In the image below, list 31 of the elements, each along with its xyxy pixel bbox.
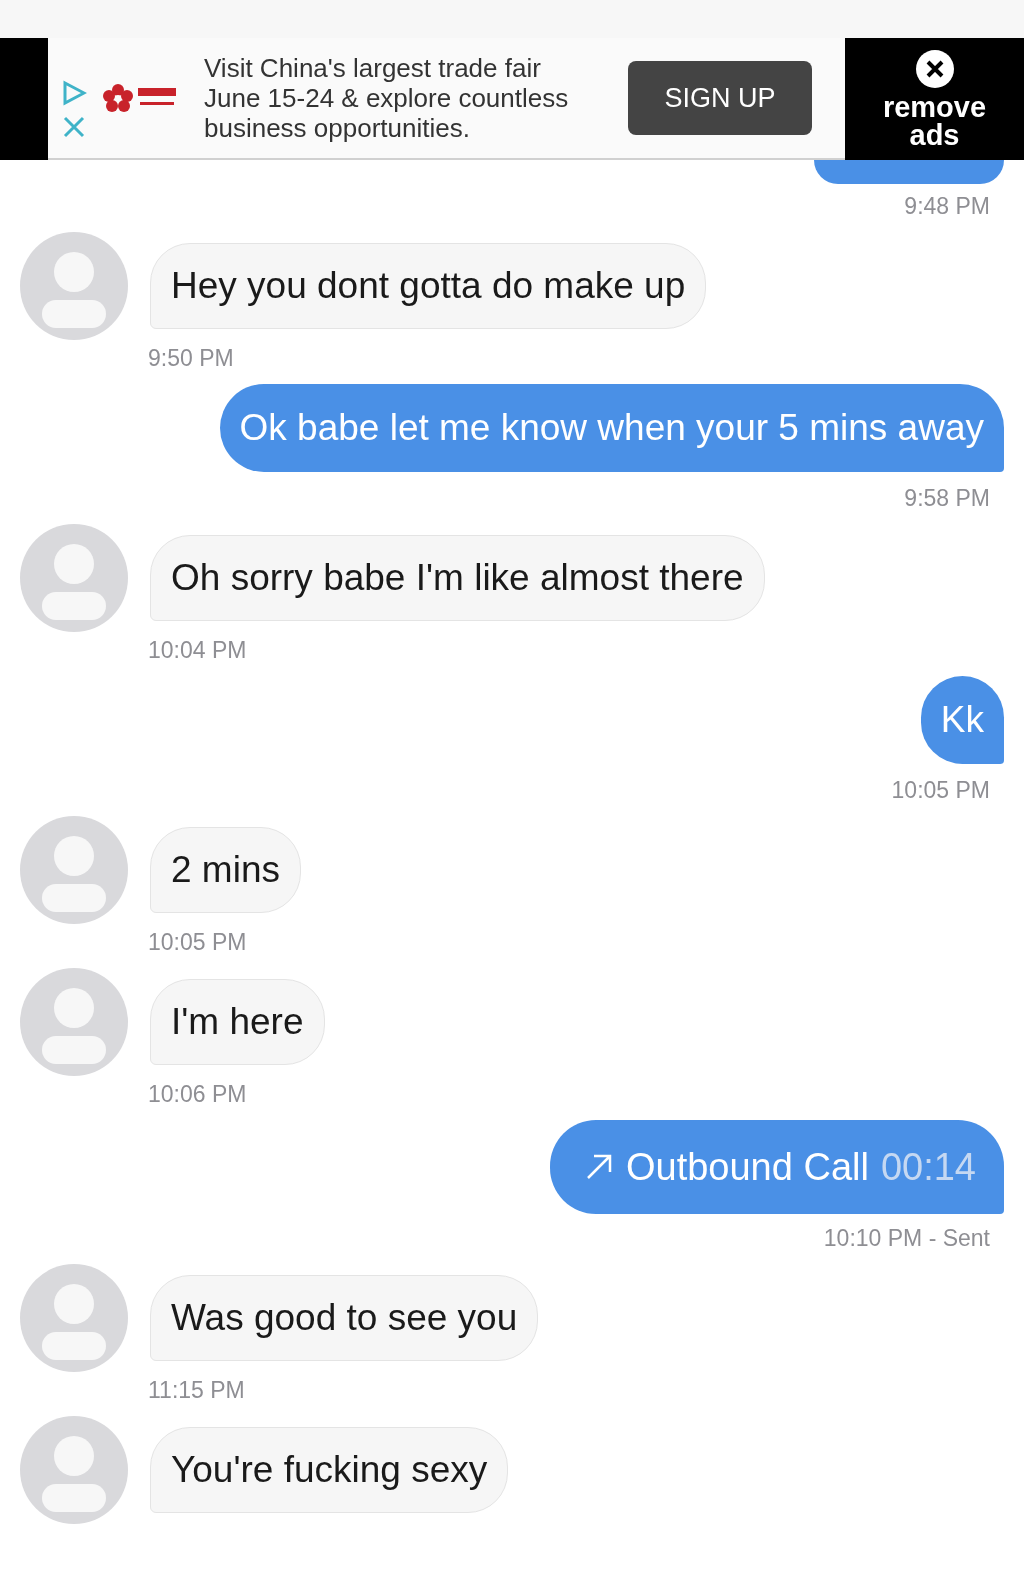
timestamp: 9:48 PM	[904, 192, 990, 220]
call-duration: 00:14	[880, 1144, 976, 1190]
avatar-icon	[20, 1264, 128, 1372]
timestamp: 11:15 PM	[148, 1376, 245, 1404]
ad-headline: Visit China's largest trade fair June 15-24 & explore countless business opportunities.	[204, 53, 570, 143]
timestamp: 10:10 PM - Sent	[823, 1224, 990, 1252]
timestamp: 10:05 PM	[148, 928, 247, 956]
timestamp: 10:05 PM	[891, 776, 990, 804]
timestamp: 10:04 PM	[148, 636, 247, 664]
timestamp: 9:58 PM	[904, 484, 990, 512]
message-bubble: I'm here	[150, 979, 325, 1065]
remove-ads-button[interactable]: remove ads	[879, 49, 990, 149]
message-bubble: 2 mins	[150, 827, 301, 913]
message-bubble: Kk	[920, 676, 1004, 764]
avatar-icon	[20, 968, 128, 1076]
close-icon[interactable]	[63, 116, 85, 138]
avatar-icon	[20, 816, 128, 924]
timestamp: 9:50 PM	[148, 344, 234, 372]
message-bubble: You're fucking sexy	[150, 1427, 509, 1513]
timestamp: 10:06 PM	[148, 1080, 247, 1108]
avatar-icon	[20, 1416, 128, 1524]
sign-up-button[interactable]: SIGN UP	[628, 61, 812, 135]
message-bubble: Ok babe let me know when your 5 mins away	[219, 384, 1004, 472]
avatar-icon	[20, 524, 128, 632]
call-label: Outbound Call	[625, 1144, 869, 1190]
play-icon	[61, 80, 87, 106]
close-icon	[914, 49, 955, 89]
message-bubble: Was good to see you	[150, 1275, 539, 1361]
message-bubble: Hey you dont gotta do make up	[150, 243, 707, 329]
avatar-icon	[20, 232, 128, 340]
message-bubble: Oh sorry babe I'm like almost there	[150, 535, 765, 621]
